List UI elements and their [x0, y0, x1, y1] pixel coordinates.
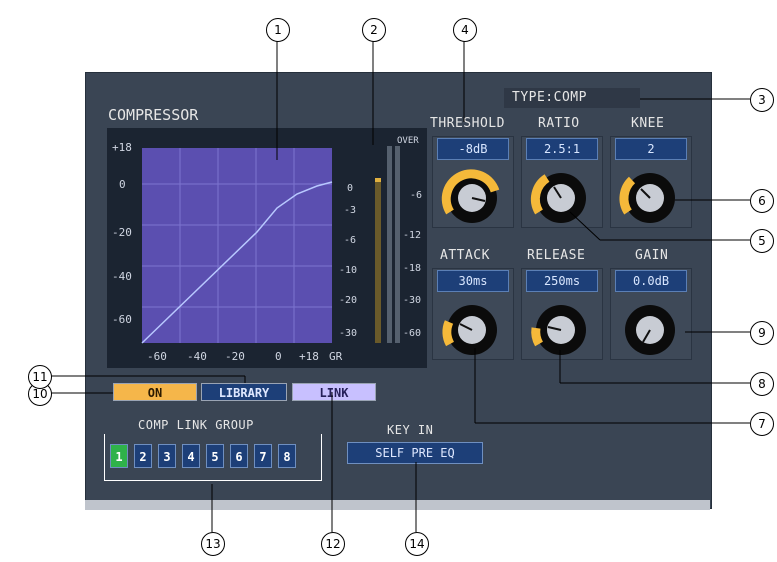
callout-5: 5 — [750, 229, 774, 253]
callout-1: 1 — [266, 18, 290, 42]
callout-12: 12 — [321, 532, 345, 556]
callout-14: 14 — [405, 532, 429, 556]
callout-7: 7 — [750, 412, 774, 436]
callout-4: 4 — [453, 18, 477, 42]
callout-13: 13 — [201, 532, 225, 556]
callout-6: 6 — [750, 189, 774, 213]
callout-11: 11 — [28, 365, 52, 389]
callout-3: 3 — [750, 88, 774, 112]
callout-8: 8 — [750, 372, 774, 396]
callout-lines — [50, 41, 750, 532]
callout-9: 9 — [750, 321, 774, 345]
callout-2: 2 — [362, 18, 386, 42]
